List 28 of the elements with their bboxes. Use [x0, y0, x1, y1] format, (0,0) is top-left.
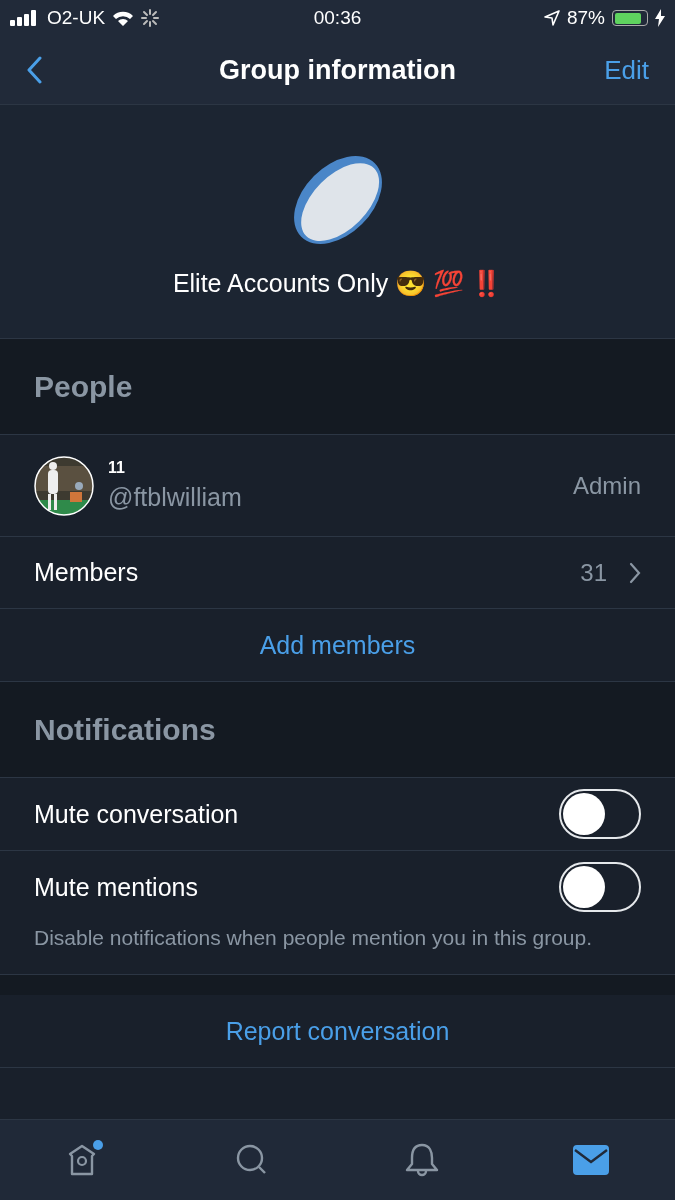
toggle-switch[interactable] [559, 862, 641, 912]
add-members-button[interactable]: Add members [259, 630, 416, 660]
toggle-switch[interactable] [559, 789, 641, 839]
user-handle: @ftblwilliam [108, 483, 243, 512]
user-name: 11 [108, 459, 126, 477]
members-label: Members [34, 558, 140, 587]
carrier-name: O2-UK [47, 7, 106, 29]
group-name: Elite Accounts Only 😎 💯 ‼ [172, 269, 503, 298]
chevron-right-icon [629, 561, 641, 584]
edit-button[interactable]: Edit [604, 54, 649, 86]
clock-time: 00:36 [312, 7, 363, 29]
section-heading: Notifications [34, 712, 216, 747]
page-title: Group information [218, 54, 457, 86]
charging-bolt-icon [655, 9, 665, 27]
members-row[interactable]: Members 31 [0, 537, 675, 609]
report-button[interactable]: Report conversation [225, 1016, 450, 1046]
back-button[interactable] [26, 56, 42, 84]
battery-icon [612, 10, 648, 26]
role-label: Admin [572, 471, 641, 500]
section-heading: People [34, 369, 133, 404]
setting-description: Disable notifications when people mention you in this group. [34, 925, 593, 951]
battery-percent: 87% [566, 7, 605, 29]
setting-label: Mute mentions [34, 872, 199, 902]
spinner-icon [141, 9, 160, 27]
setting-label: Mute conversation [34, 799, 240, 829]
location-arrow-icon [543, 10, 560, 26]
wifi-icon [112, 10, 135, 26]
members-count: 31 [580, 558, 607, 587]
